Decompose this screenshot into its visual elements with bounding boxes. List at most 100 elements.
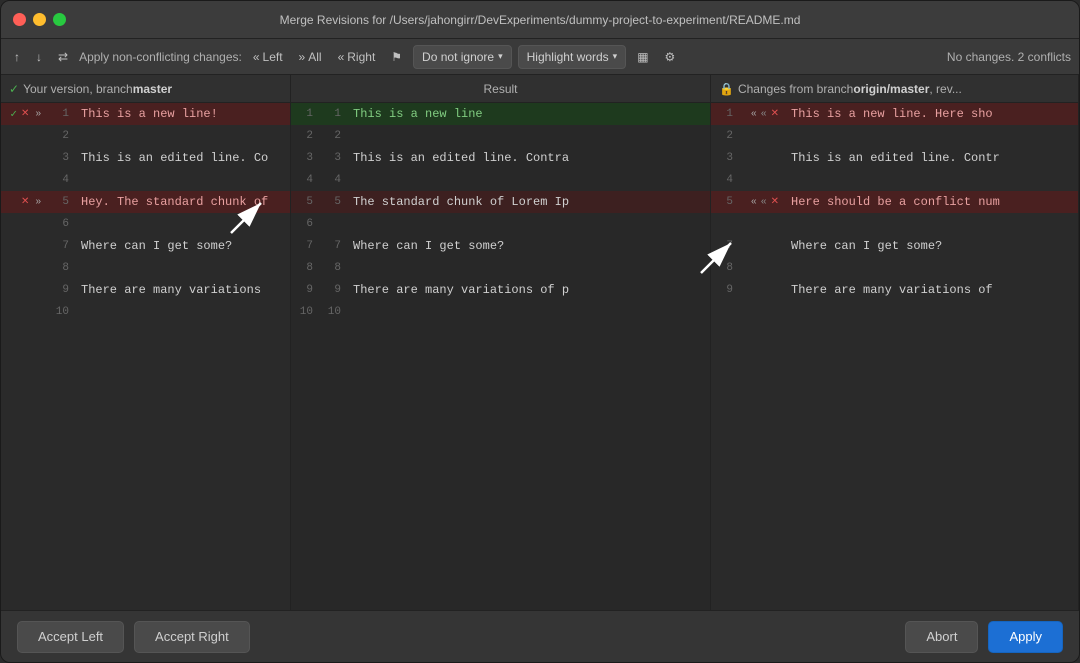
reject-right-1-button[interactable]: ✕ bbox=[769, 108, 781, 120]
main-content: ✓ ✕ » 1 This is a new line! 2 3 bbox=[1, 103, 1079, 610]
result-line-9: 9 9 There are many variations of p bbox=[291, 279, 710, 301]
left-line-num-8: 8 bbox=[47, 262, 75, 274]
result-line-content-9: There are many variations of p bbox=[347, 283, 710, 297]
result-line-10: 10 10 bbox=[291, 301, 710, 323]
left-line-num-9: 9 bbox=[47, 284, 75, 296]
right-1-sep: « bbox=[761, 109, 767, 120]
right-line-10 bbox=[711, 301, 1078, 323]
left-line-1: ✓ ✕ » 1 This is a new line! bbox=[1, 103, 290, 125]
right-line-content-1: This is a new line. Here sho bbox=[785, 107, 1078, 121]
right-line-3: 3 This is an edited line. Contr bbox=[711, 147, 1078, 169]
left-line-num-5: 5 bbox=[47, 196, 75, 208]
left-line-2: 2 bbox=[1, 125, 290, 147]
columns-button[interactable]: ▦ bbox=[632, 47, 653, 67]
right-line-5: 5 « « ✕ Here should be a conflict num bbox=[711, 191, 1078, 213]
result-line-3: 3 3 This is an edited line. Contra bbox=[291, 147, 710, 169]
left-apply-button[interactable]: « Left bbox=[248, 47, 288, 67]
abort-button[interactable]: Abort bbox=[905, 621, 978, 653]
result-line-4: 4 4 bbox=[291, 169, 710, 191]
settings-button[interactable]: ⚙ bbox=[660, 47, 681, 67]
left-line-content-7: Where can I get some? bbox=[75, 239, 290, 253]
all-icon: » bbox=[299, 50, 306, 64]
left-line-num-7: 7 bbox=[47, 240, 75, 252]
up-button[interactable]: ↑ bbox=[9, 47, 25, 67]
right-arrow-icon: « bbox=[338, 50, 345, 64]
all-apply-button[interactable]: » All bbox=[294, 47, 327, 67]
left-line-content-5: Hey. The standard chunk of bbox=[75, 195, 290, 209]
check-icon: ✓ bbox=[10, 107, 17, 121]
left-line-num-2: 2 bbox=[47, 130, 75, 142]
right-line-9: 9 There are many variations of bbox=[711, 279, 1078, 301]
left-line-5: ✕ » 5 Hey. The standard chunk of bbox=[1, 191, 290, 213]
result-line-content-3: This is an edited line. Contra bbox=[347, 151, 710, 165]
right-line-5-controls: « « ✕ bbox=[739, 196, 785, 208]
right-line-num-1: 1 bbox=[711, 108, 739, 120]
result-line-5: 5 5 The standard chunk of Lorem Ip bbox=[291, 191, 710, 213]
chevron-down-icon: ▾ bbox=[498, 51, 503, 62]
right-line-content-7: Where can I get some? bbox=[785, 239, 1078, 253]
chevron-down-icon: ▾ bbox=[613, 51, 618, 62]
left-line-7: 7 Where can I get some? bbox=[1, 235, 290, 257]
reject-right-5-button[interactable]: ✕ bbox=[769, 196, 781, 208]
left-line-3: 3 This is an edited line. Co bbox=[1, 147, 290, 169]
left-column-header: ✓ Your version, branch master bbox=[1, 75, 291, 102]
ignore-dropdown[interactable]: Do not ignore ▾ bbox=[413, 45, 512, 69]
right-panel: 1 « « ✕ This is a new line. Here sho 2 bbox=[711, 103, 1079, 610]
left-panel: ✓ ✕ » 1 This is a new line! 2 3 bbox=[1, 103, 291, 610]
result-line-content-7: Where can I get some? bbox=[347, 239, 710, 253]
left-line-num-1: 1 bbox=[47, 108, 75, 120]
right-line-4: 4 bbox=[711, 169, 1078, 191]
left-line-num-10: 10 bbox=[47, 306, 75, 318]
accept-right-button[interactable]: Accept Right bbox=[134, 621, 250, 653]
reject-left-5-button[interactable]: ✕ bbox=[19, 196, 31, 208]
bottom-bar: Accept Left Accept Right Abort Apply bbox=[1, 610, 1079, 662]
apply-non-conflicting-icon[interactable]: ⇄ bbox=[53, 47, 73, 67]
toolbar: ↑ ↓ ⇄ Apply non-conflicting changes: « L… bbox=[1, 39, 1079, 75]
left-line-5-controls: ✕ » bbox=[1, 196, 47, 208]
left-line-4: 4 bbox=[1, 169, 290, 191]
left-line-8: 8 bbox=[1, 257, 290, 279]
right-line-6 bbox=[711, 213, 1078, 235]
reject-left-1-button[interactable]: ✕ bbox=[19, 108, 31, 120]
apply-left-1-button[interactable]: » bbox=[33, 108, 43, 120]
column-headers: ✓ Your version, branch master Result 🔒 C… bbox=[1, 75, 1079, 103]
titlebar: Merge Revisions for /Users/jahongirr/Dev… bbox=[1, 1, 1079, 39]
right-5-sep: « bbox=[761, 197, 767, 208]
result-line-6: 6 bbox=[291, 213, 710, 235]
left-line-content-9: There are many variations bbox=[75, 283, 290, 297]
right-line-8: 8 bbox=[711, 257, 1078, 279]
right-line-7: 7 Where can I get some? bbox=[711, 235, 1078, 257]
result-line-2: 2 2 bbox=[291, 125, 710, 147]
result-line-content-1: This is a new line bbox=[347, 107, 710, 121]
status-text: No changes. 2 conflicts bbox=[947, 50, 1071, 64]
flag-button[interactable]: ⚑ bbox=[386, 47, 407, 67]
highlight-dropdown[interactable]: Highlight words ▾ bbox=[518, 45, 627, 69]
right-apply-button[interactable]: « Right bbox=[333, 47, 381, 67]
accept-left-button[interactable]: Accept Left bbox=[17, 621, 124, 653]
window-title: Merge Revisions for /Users/jahongirr/Dev… bbox=[280, 13, 801, 27]
apply-non-conflicting-label: Apply non-conflicting changes: bbox=[79, 50, 242, 64]
left-line-9: 9 There are many variations bbox=[1, 279, 290, 301]
result-column-header: Result bbox=[291, 75, 711, 102]
left-line-1-controls: ✓ ✕ » bbox=[1, 107, 47, 121]
apply-right-1-button[interactable]: « bbox=[749, 108, 759, 120]
result-line-7: 7 7 Where can I get some? bbox=[291, 235, 710, 257]
apply-button[interactable]: Apply bbox=[988, 621, 1063, 653]
result-line-1: 1 1 This is a new line bbox=[291, 103, 710, 125]
left-line-6: 6 bbox=[1, 213, 290, 235]
lock-icon: 🔒 bbox=[719, 82, 734, 96]
close-button[interactable] bbox=[13, 13, 26, 26]
left-line-content-1: This is a new line! bbox=[75, 107, 290, 121]
minimize-button[interactable] bbox=[33, 13, 46, 26]
right-line-content-9: There are many variations of bbox=[785, 283, 1078, 297]
result-line-content-5: The standard chunk of Lorem Ip bbox=[347, 195, 710, 209]
main-window: Merge Revisions for /Users/jahongirr/Dev… bbox=[0, 0, 1080, 663]
left-line-content-3: This is an edited line. Co bbox=[75, 151, 290, 165]
down-button[interactable]: ↓ bbox=[31, 47, 47, 67]
result-line-8: 8 8 bbox=[291, 257, 710, 279]
apply-right-5-button[interactable]: « bbox=[749, 196, 759, 208]
check-icon: ✓ bbox=[9, 82, 19, 96]
apply-left-5-button[interactable]: » bbox=[33, 196, 43, 208]
traffic-lights bbox=[13, 13, 66, 26]
maximize-button[interactable] bbox=[53, 13, 66, 26]
